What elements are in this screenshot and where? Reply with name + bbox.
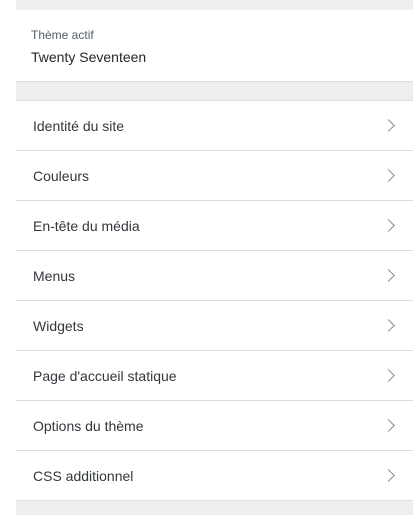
customizer-panel: Thème actif Twenty Seventeen Identité du… xyxy=(16,0,413,515)
menu-item-site-identity[interactable]: Identité du site xyxy=(16,101,413,151)
customizer-menu: Identité du site Couleurs En-tête du méd… xyxy=(16,100,413,501)
chevron-right-icon xyxy=(382,318,395,332)
menu-item-theme-options[interactable]: Options du thème xyxy=(16,401,413,451)
active-theme-label: Thème actif xyxy=(31,28,94,42)
menu-item-label: Identité du site xyxy=(33,117,125,134)
menu-item-additional-css[interactable]: CSS additionnel xyxy=(16,451,413,501)
menu-item-label: En-tête du média xyxy=(33,217,140,234)
chevron-right-icon xyxy=(382,218,395,232)
menu-item-label: Menus xyxy=(33,267,76,284)
chevron-right-icon xyxy=(382,168,395,182)
menu-item-label: Page d'accueil statique xyxy=(33,367,177,384)
menu-item-label: Couleurs xyxy=(33,167,90,184)
menu-item-menus[interactable]: Menus xyxy=(16,251,413,301)
menu-item-header-media[interactable]: En-tête du média xyxy=(16,201,413,251)
menu-item-static-front-page[interactable]: Page d'accueil statique xyxy=(16,351,413,401)
menu-item-widgets[interactable]: Widgets xyxy=(16,301,413,351)
chevron-right-icon xyxy=(382,418,395,432)
chevron-right-icon xyxy=(382,118,395,132)
menu-item-colors[interactable]: Couleurs xyxy=(16,151,413,201)
section-divider xyxy=(16,82,413,100)
menu-item-label: CSS additionnel xyxy=(33,467,134,484)
menu-item-label: Options du thème xyxy=(33,417,144,434)
chevron-right-icon xyxy=(382,468,395,482)
active-theme-section: Thème actif Twenty Seventeen xyxy=(16,10,413,82)
top-strip xyxy=(16,0,413,10)
chevron-right-icon xyxy=(382,368,395,382)
chevron-right-icon xyxy=(382,268,395,282)
active-theme-name: Twenty Seventeen xyxy=(31,49,147,65)
menu-item-label: Widgets xyxy=(33,317,84,334)
